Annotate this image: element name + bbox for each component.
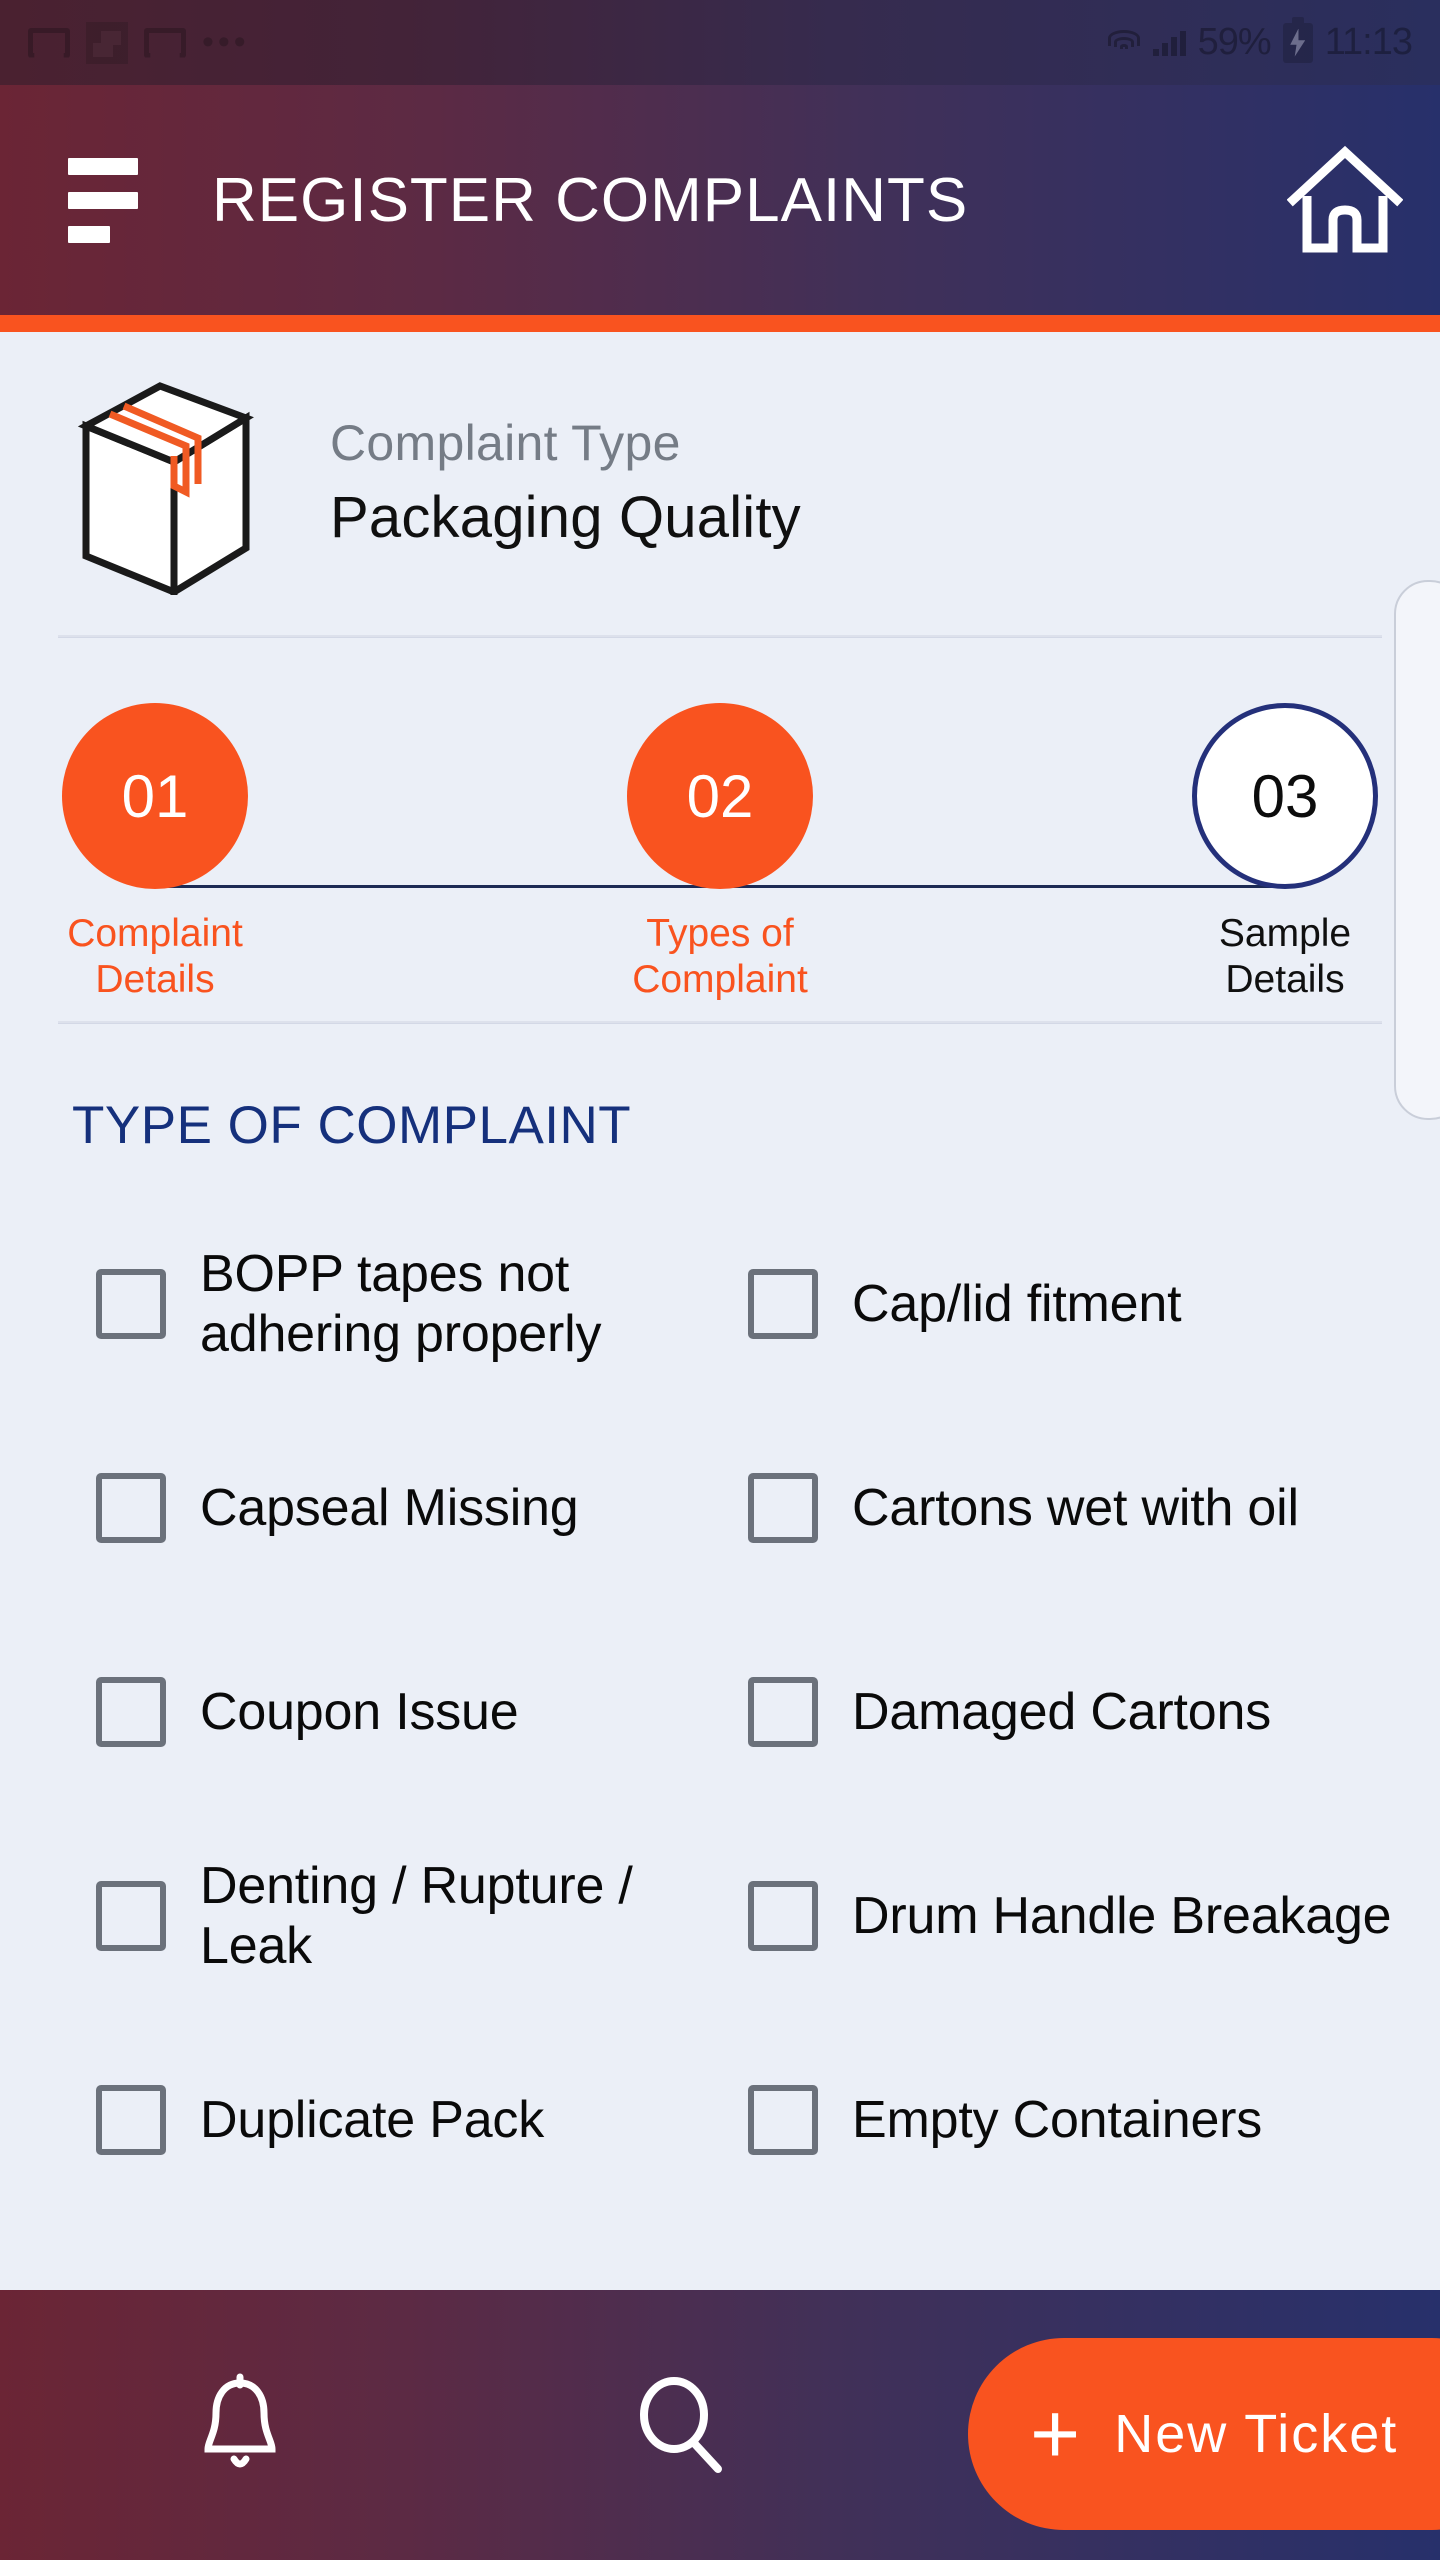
- search-icon[interactable]: [480, 2375, 880, 2475]
- checkbox-icon[interactable]: [748, 1269, 818, 1339]
- status-bar: ••• 59% 11:13: [0, 0, 1440, 85]
- checkbox-icon[interactable]: [96, 2085, 166, 2155]
- gmail-icon: [28, 27, 70, 58]
- list-item-label: Cartons wet with oil: [852, 1478, 1299, 1537]
- stepper-number: 01: [62, 703, 248, 889]
- new-ticket-button[interactable]: + New Ticket: [968, 2338, 1440, 2530]
- progress-stepper: 01 Complaint Details 02 Types of Complai…: [0, 703, 1440, 1003]
- list-item[interactable]: Denting / Rupture / Leak: [96, 1814, 748, 2018]
- hamburger-menu-icon[interactable]: [0, 157, 140, 243]
- list-item-label: Coupon Issue: [200, 1682, 519, 1741]
- clock-label: 11:13: [1324, 21, 1413, 63]
- list-item[interactable]: BOPP tapes not adhering properly: [96, 1202, 748, 1406]
- list-item[interactable]: Coupon Issue: [96, 1610, 748, 1814]
- list-item-label: Denting / Rupture / Leak: [200, 1856, 633, 1975]
- stepper-step-03[interactable]: 03 Sample Details: [1192, 703, 1378, 1003]
- more-dots-icon: •••: [202, 22, 250, 61]
- checkbox-icon[interactable]: [748, 1473, 818, 1543]
- complaint-type-label: Complaint Type: [330, 415, 681, 471]
- status-bar-notifications: •••: [28, 21, 250, 64]
- checkbox-icon[interactable]: [96, 1677, 166, 1747]
- checkbox-icon[interactable]: [748, 2085, 818, 2155]
- new-ticket-label: New Ticket: [1114, 2404, 1399, 2464]
- stepper-number: 02: [627, 703, 813, 889]
- accent-divider: [0, 315, 1440, 332]
- list-item-label: Cap/lid fitment: [852, 1274, 1182, 1333]
- app-bar: REGISTER COMPLAINTS: [0, 85, 1440, 315]
- list-item[interactable]: Drum Handle Breakage: [748, 1814, 1400, 2018]
- list-item-label: Duplicate Pack: [200, 2090, 545, 2149]
- list-item-label: Empty Containers: [852, 2090, 1263, 2149]
- complaint-type-value: Packaging Quality: [330, 485, 801, 550]
- bottom-navigation-bar: + New Ticket: [0, 2290, 1440, 2560]
- list-item-label: Drum Handle Breakage: [852, 1886, 1392, 1945]
- stepper-label: Sample Details: [1219, 911, 1351, 1003]
- stepper-step-01[interactable]: 01 Complaint Details: [62, 703, 248, 1003]
- stepper-number: 03: [1192, 703, 1378, 889]
- list-item[interactable]: Damaged Cartons: [748, 1610, 1400, 1814]
- checkbox-icon[interactable]: [96, 1473, 166, 1543]
- list-item[interactable]: Cartons wet with oil: [748, 1406, 1400, 1610]
- stepper-label: Types of Complaint: [632, 911, 808, 1003]
- list-item-label: Damaged Cartons: [852, 1682, 1271, 1741]
- gmail-icon: [144, 27, 186, 58]
- divider: [58, 635, 1382, 637]
- checkbox-icon[interactable]: [96, 1269, 166, 1339]
- stepper-label-line: Complaint: [632, 958, 808, 1002]
- stepper-step-02[interactable]: 02 Types of Complaint: [627, 703, 813, 1003]
- list-item-label: BOPP tapes not adhering properly: [200, 1244, 602, 1363]
- stepper-label: Complaint Details: [67, 911, 243, 1003]
- stepper-label-line: Details: [95, 958, 215, 1002]
- checkbox-icon[interactable]: [96, 1881, 166, 1951]
- bell-icon[interactable]: [0, 2373, 480, 2477]
- complaint-type-summary: Complaint Type Packaging Quality: [0, 332, 1440, 599]
- battery-charging-icon: [1282, 22, 1313, 63]
- list-item-label: Capseal Missing: [200, 1478, 579, 1537]
- checkbox-icon[interactable]: [748, 1881, 818, 1951]
- signal-bars-icon: [1152, 30, 1186, 56]
- stepper-label-line: Types of: [646, 912, 794, 955]
- file-manager-icon: [86, 21, 128, 64]
- checkbox-icon[interactable]: [748, 1677, 818, 1747]
- wifi-icon: [1107, 29, 1141, 56]
- stepper-label-line: Sample: [1218, 912, 1352, 955]
- content-scroll-area[interactable]: Complaint Type Packaging Quality 01 Comp…: [0, 332, 1440, 2290]
- list-item[interactable]: Empty Containers: [748, 2018, 1400, 2222]
- battery-percent-label: 59%: [1197, 21, 1272, 63]
- page-title: REGISTER COMPLAINTS: [212, 165, 969, 235]
- status-bar-system: 59% 11:13: [1107, 21, 1413, 64]
- stepper-label-line: Complaint: [67, 912, 243, 955]
- list-item[interactable]: Capseal Missing: [96, 1406, 748, 1610]
- section-title: TYPE OF COMPLAINT: [72, 1096, 632, 1155]
- package-box-icon: [68, 380, 280, 599]
- list-item[interactable]: Duplicate Pack: [96, 2018, 748, 2222]
- complaint-options-grid: BOPP tapes not adhering properly Cap/lid…: [0, 1156, 1440, 2222]
- list-item[interactable]: Cap/lid fitment: [748, 1202, 1400, 1406]
- home-icon[interactable]: [1250, 144, 1440, 256]
- stepper-label-line: Details: [1225, 958, 1345, 1002]
- plus-icon: +: [1030, 2385, 1081, 2482]
